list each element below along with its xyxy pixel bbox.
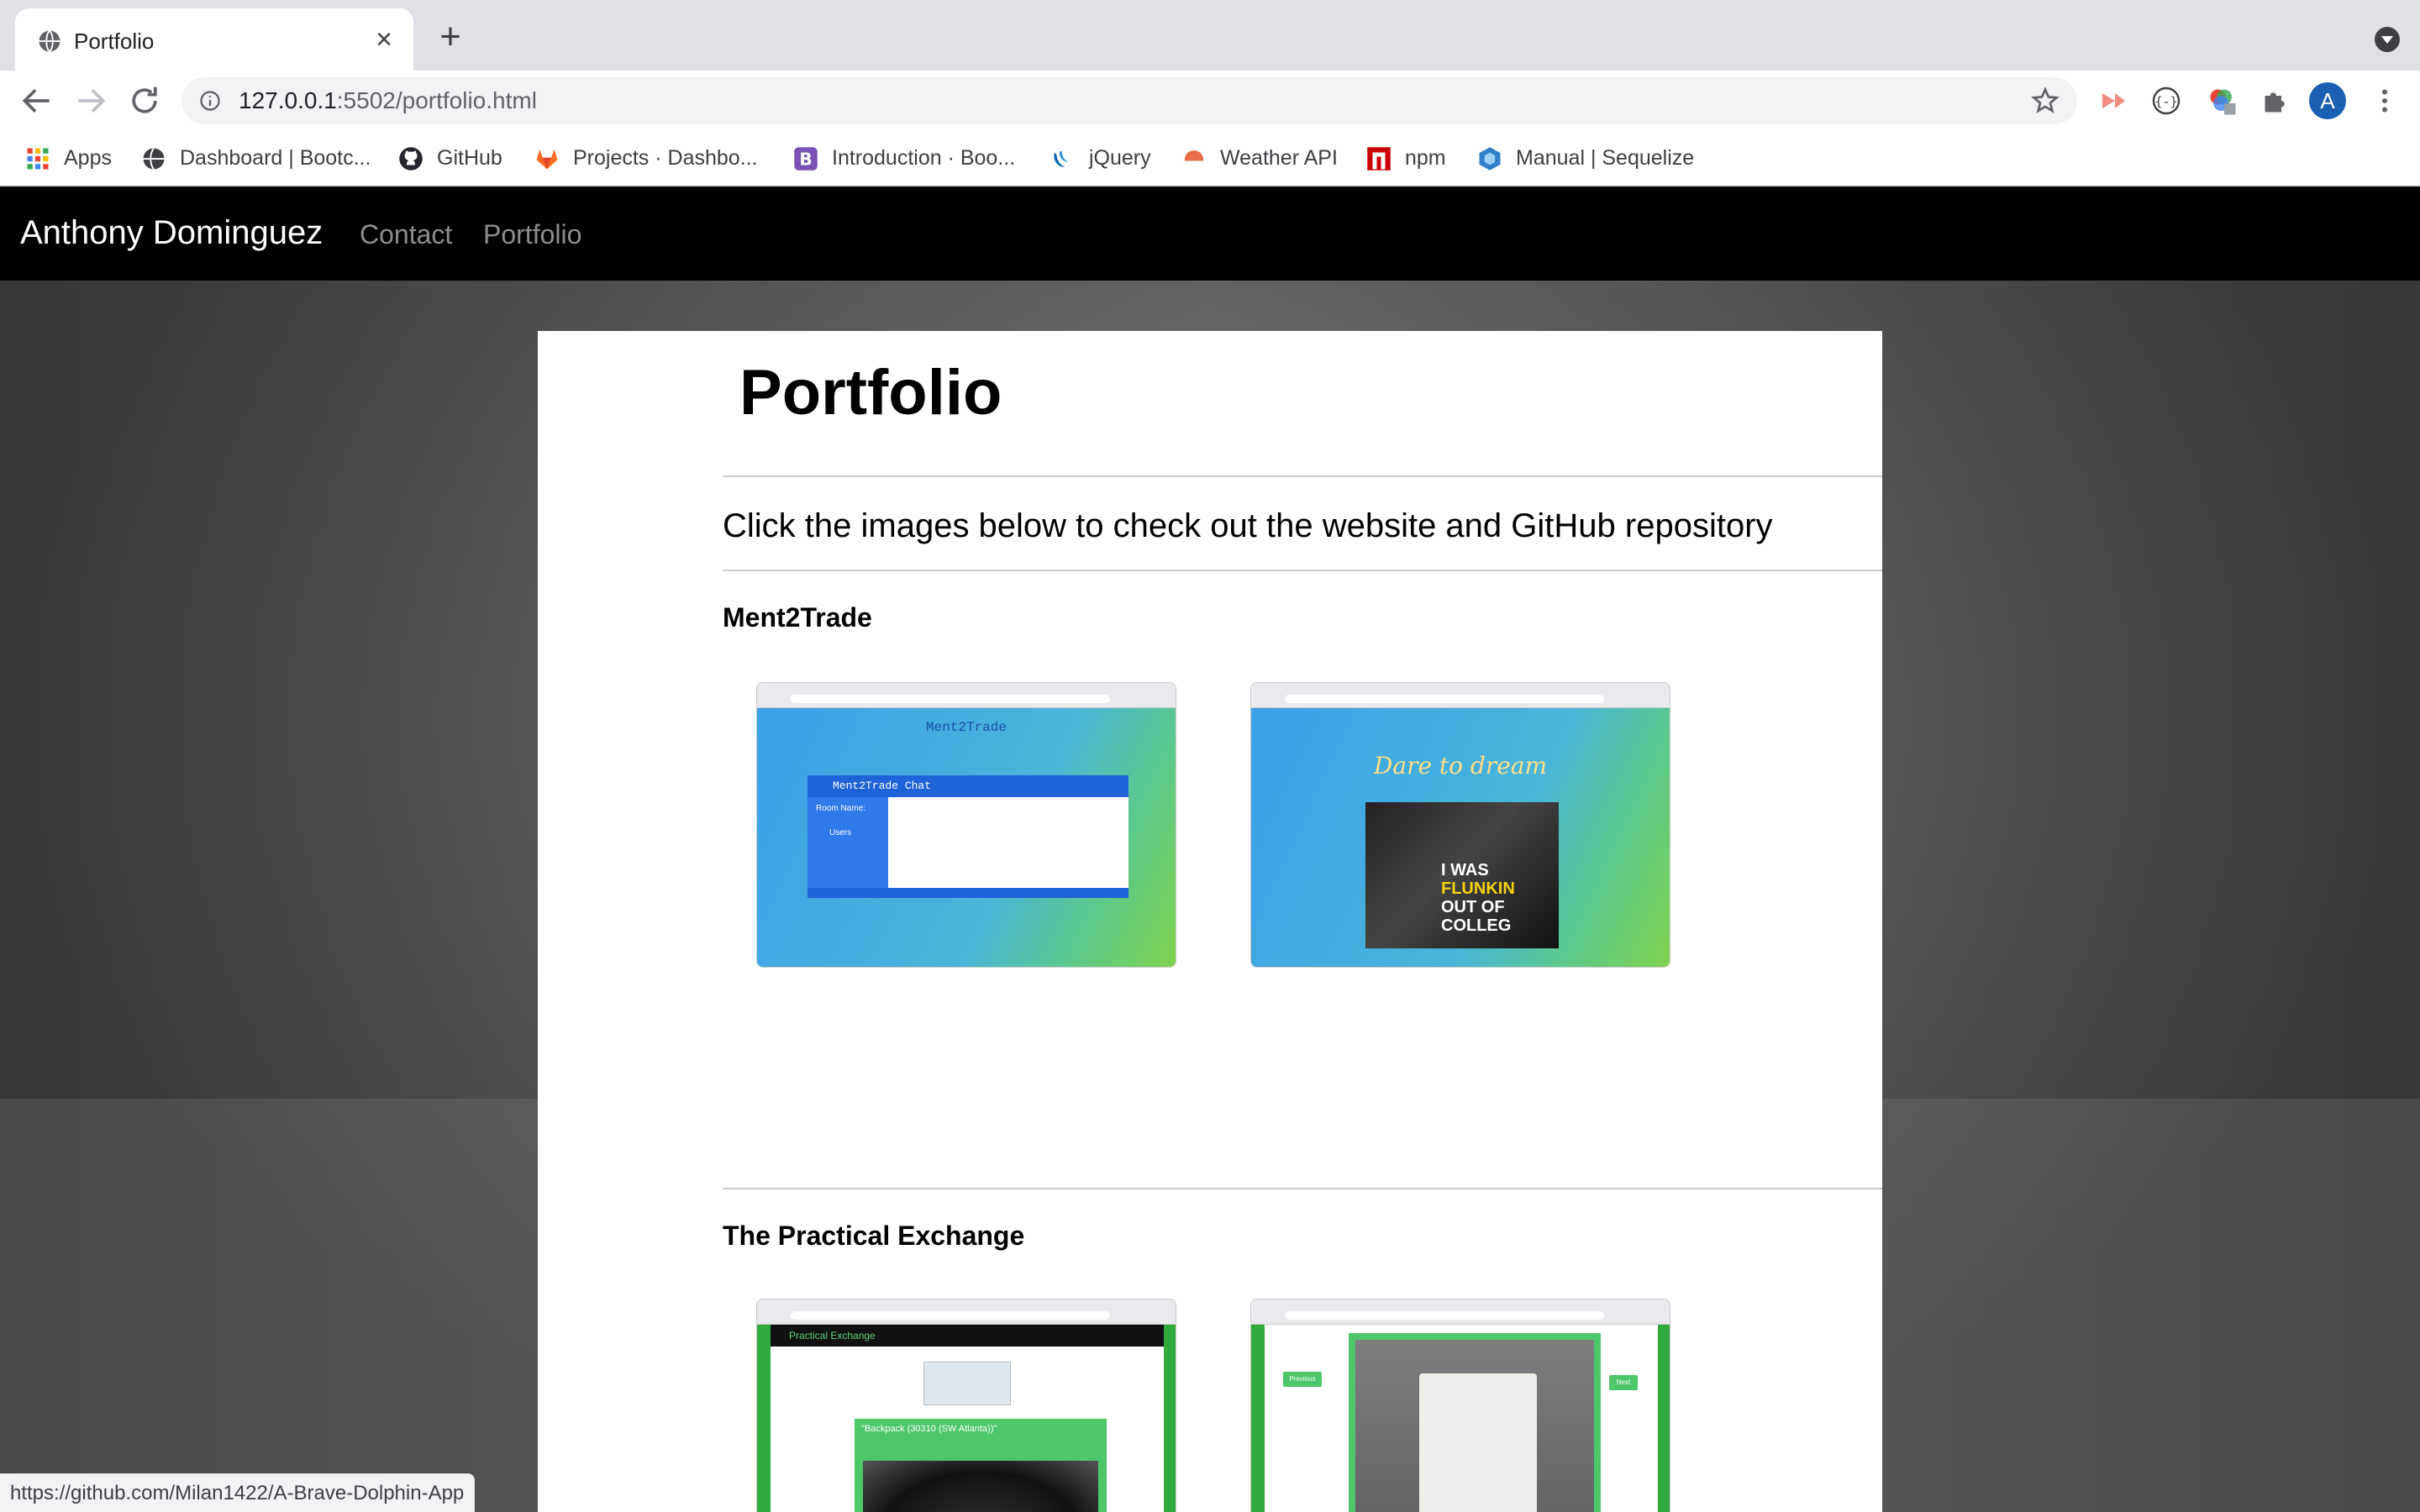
screenshot-body: Ment2Trade Ment2Trade Chat Room Name: Us… <box>757 708 1176 967</box>
screenshot-item-card: "Backpack (30310 (SW Atlanta))" <box>855 1419 1107 1512</box>
url-text: 127.0.0.1:5502/portfolio.html <box>239 87 537 113</box>
profile-avatar[interactable]: A <box>2309 82 2346 119</box>
screencast-extension-icon[interactable] <box>2097 86 2128 116</box>
bookmark-label: GitHub <box>437 146 502 170</box>
bookmark-label: Introduction · Boo... <box>832 146 1016 170</box>
screenshot-toy-kitchen <box>1419 1373 1537 1512</box>
screenshot-video-caption: I WAS FLUNKIN OUT OF COLLEG <box>1441 861 1515 935</box>
gitlab-icon <box>536 149 558 170</box>
weather-icon <box>1183 150 1205 170</box>
divider <box>723 475 1882 477</box>
screenshot-page: Practical Exchange "Backpack (30310 (SW … <box>771 1325 1164 1512</box>
npm-icon <box>1367 147 1391 171</box>
color-picker-extension-icon[interactable] <box>2207 86 2237 116</box>
apps-grid-icon <box>27 148 49 170</box>
section-title-ment2trade: Ment2Trade <box>723 602 872 633</box>
screenshot-chat-panel: Ment2Trade Chat Room Name: Users <box>808 775 1128 898</box>
json-viewer-extension-icon[interactable]: {-} <box>2151 86 2181 116</box>
screenshot-body: Practical Exchange "Backpack (30310 (SW … <box>757 1325 1176 1512</box>
web-page: Anthony Dominguez Contact Portfolio Port… <box>0 186 2420 1512</box>
site-brand[interactable]: Anthony Dominguez <box>20 210 323 255</box>
browser-menu-icon[interactable] <box>2370 86 2400 116</box>
screenshot-browser-chrome <box>1251 683 1670 708</box>
bookmark-label: Dashboard | Bootc... <box>180 146 371 170</box>
screenshot-video-embed: I WAS FLUNKIN OUT OF COLLEG <box>1365 802 1559 948</box>
bookmark-label: Weather API <box>1220 146 1338 170</box>
reload-icon[interactable] <box>126 82 163 119</box>
section-title-practical-exchange: The Practical Exchange <box>723 1221 1025 1251</box>
tab-title: Portfolio <box>74 29 155 54</box>
screenshot-browser-chrome <box>1251 1299 1670 1325</box>
practical-exchange-repo-screenshot[interactable]: Previous Next <box>1250 1299 1670 1512</box>
screenshot-body: Previous Next <box>1251 1325 1670 1512</box>
bookmarks-bar: Apps Dashboard | Bootc... GitHub Project… <box>0 131 2420 186</box>
sequelize-icon <box>1479 147 1501 171</box>
bookmark-label: Apps <box>64 146 112 170</box>
screenshot-browser-chrome <box>757 683 1176 708</box>
screenshot-item-title: "Backpack (30310 (SW Atlanta))" <box>861 1424 997 1434</box>
ment2trade-repo-screenshot[interactable]: Dare to dream I WAS FLUNKIN OUT OF COLLE… <box>1250 682 1670 968</box>
ment2trade-website-screenshot[interactable]: Ment2Trade Ment2Trade Chat Room Name: Us… <box>756 682 1176 968</box>
screenshot-next-button: Next <box>1609 1375 1638 1390</box>
tab-search-icon[interactable] <box>2375 27 2400 52</box>
new-tab-icon[interactable]: + <box>434 18 467 55</box>
bookmark-label: npm <box>1405 146 1446 170</box>
jquery-icon <box>1054 151 1069 167</box>
nav-link-contact[interactable]: Contact <box>360 217 452 252</box>
screenshot-app-title: Ment2Trade <box>925 720 1007 735</box>
screenshot-room-label: Room Name: <box>816 804 865 813</box>
screenshot-app-bar: Practical Exchange <box>771 1325 1164 1347</box>
practical-exchange-website-screenshot[interactable]: Practical Exchange "Backpack (30310 (SW … <box>756 1299 1176 1512</box>
screenshot-map-thumbnail <box>923 1362 1011 1405</box>
divider <box>723 570 1882 571</box>
globe-icon <box>39 29 60 53</box>
site-info-icon[interactable] <box>198 89 222 113</box>
github-icon <box>399 147 423 171</box>
screenshot-users-label: Users <box>829 828 852 837</box>
screenshot-chat-sidebar: Room Name: Users <box>808 797 888 888</box>
divider <box>723 1188 1882 1189</box>
screenshot-item-photo <box>1355 1340 1594 1512</box>
screenshot-item-photo <box>863 1461 1098 1512</box>
screenshot-chat-footer <box>808 888 1128 898</box>
screenshot-previous-button: Previous <box>1283 1372 1322 1387</box>
forward-arrow-icon[interactable] <box>72 82 109 119</box>
bookmark-star-icon[interactable] <box>2030 86 2060 116</box>
bookmark-label: jQuery <box>1089 146 1151 170</box>
screenshot-headline: Dare to dream <box>1373 752 1548 780</box>
svg-text:B: B <box>799 150 812 170</box>
portfolio-instructions: Click the images below to check out the … <box>723 507 1773 544</box>
close-tab-icon[interactable]: × <box>370 25 398 54</box>
nav-link-portfolio[interactable]: Portfolio <box>483 217 581 252</box>
page-title: Portfolio <box>739 357 1002 428</box>
screenshot-chat-header: Ment2Trade Chat <box>808 775 1128 797</box>
link-status-bar: https://github.com/Milan1422/A-Brave-Dol… <box>0 1473 476 1512</box>
address-bar[interactable]: 127.0.0.1:5502/portfolio.html <box>182 77 2077 124</box>
site-navbar: Anthony Dominguez Contact Portfolio <box>0 186 2420 281</box>
screenshot-page: Previous Next <box>1265 1325 1658 1512</box>
portfolio-card: Portfolio Click the images below to chec… <box>538 331 1882 1512</box>
back-arrow-icon[interactable] <box>18 82 55 119</box>
bookmark-label: Manual | Sequelize <box>1516 146 1695 170</box>
screenshot-browser-chrome <box>757 1299 1176 1325</box>
browser-toolbar: 127.0.0.1:5502/portfolio.html {-} A <box>0 71 2420 131</box>
tab-strip: Portfolio × + <box>0 0 2420 71</box>
browser-tab[interactable]: Portfolio × <box>15 8 413 71</box>
extensions-puzzle-icon[interactable] <box>2259 86 2289 116</box>
globe-icon <box>143 147 165 171</box>
screenshot-body: Dare to dream I WAS FLUNKIN OUT OF COLLE… <box>1251 708 1670 967</box>
bookmark-label: Projects · Dashbo... <box>573 146 758 170</box>
screenshot-item-card <box>1349 1333 1601 1512</box>
bootstrap-icon: B <box>794 147 818 171</box>
svg-text:{-}: {-} <box>2154 94 2177 109</box>
